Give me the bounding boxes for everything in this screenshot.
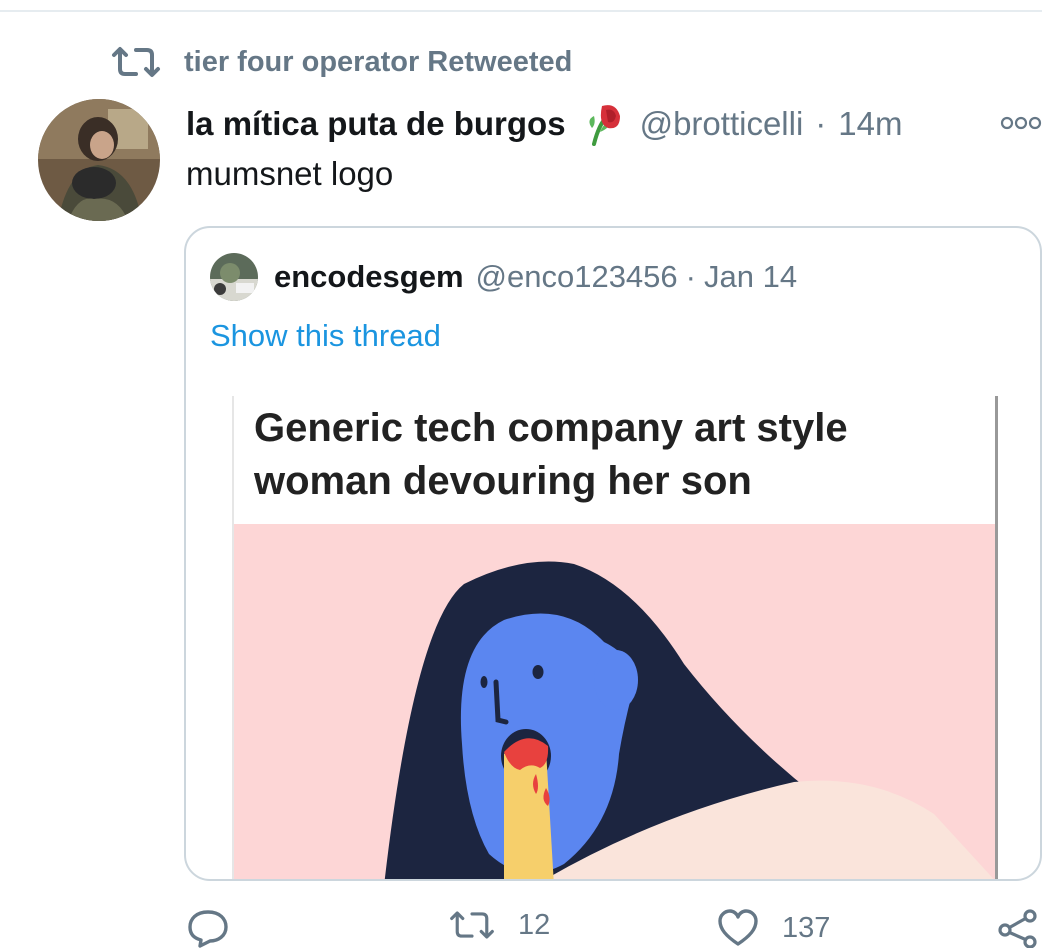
- heart-icon: [718, 909, 758, 946]
- retweet-button[interactable]: 12: [448, 908, 550, 942]
- quoted-separator-dot: ·: [685, 259, 696, 294]
- separator-dot: ·: [815, 105, 827, 142]
- show-thread-link[interactable]: Show this thread: [210, 318, 441, 354]
- reply-button[interactable]: [186, 908, 252, 948]
- retweet-icon: [112, 47, 160, 77]
- retweet-context[interactable]: tier four operator Retweeted: [110, 42, 572, 82]
- like-button[interactable]: 137: [716, 908, 830, 948]
- quoted-avatar[interactable]: [210, 253, 258, 301]
- quoted-author-name[interactable]: encodesgem: [274, 259, 464, 295]
- quoted-tweet-date[interactable]: Jan 14: [704, 259, 797, 295]
- quoted-avatar-photo: [210, 253, 258, 301]
- like-count: 137: [782, 911, 831, 944]
- top-divider: [0, 10, 1042, 12]
- tweet-actions: 12 137: [0, 900, 1042, 951]
- retweet-icon: [450, 911, 494, 939]
- quoted-tweet-image[interactable]: Generic tech company art style woman dev…: [232, 396, 998, 879]
- share-icon: [998, 909, 1037, 948]
- avatar-photo: [38, 99, 160, 221]
- retweet-count: 12: [518, 908, 551, 941]
- meme-caption: Generic tech company art style woman dev…: [254, 406, 848, 503]
- quoted-tweet-header: encodesgem @enco123456 · Jan 14: [210, 253, 797, 301]
- author-name[interactable]: la mítica puta de burgos: [186, 105, 566, 143]
- author-handle[interactable]: @brotticelli: [640, 105, 804, 143]
- avatar[interactable]: [38, 99, 160, 221]
- meme-illustration: [234, 524, 995, 879]
- tweet-text: mumsnet logo: [186, 155, 394, 192]
- quoted-tweet[interactable]: encodesgem @enco123456 · Jan 14 Show thi…: [184, 226, 1042, 881]
- wilted-rose-icon: [589, 105, 620, 146]
- quoted-author-handle[interactable]: @enco123456: [476, 259, 678, 295]
- tweet-header: la mítica puta de burgos @brotticelli · …: [186, 100, 1042, 148]
- more-options-icon[interactable]: [1000, 114, 1042, 132]
- retweet-context-label: tier four operator Retweeted: [184, 45, 573, 78]
- share-button[interactable]: [996, 908, 1040, 948]
- tweet-timestamp[interactable]: 14m: [838, 105, 902, 143]
- reply-icon: [188, 910, 228, 948]
